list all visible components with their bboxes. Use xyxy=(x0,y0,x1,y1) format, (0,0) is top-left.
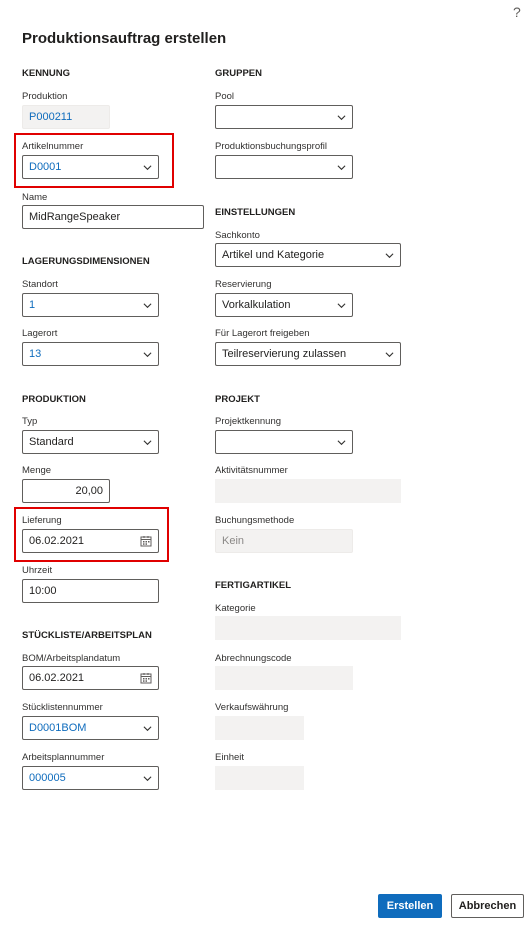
reservierung-label: Reservierung xyxy=(215,279,272,290)
sachkonto-label: Sachkonto xyxy=(215,230,260,241)
produktion-value: P000211 xyxy=(29,111,73,123)
freigeben-dropdown[interactable]: Teilreservierung zulassen xyxy=(215,342,401,366)
cancel-button[interactable]: Abbrechen xyxy=(451,894,524,918)
standort-dropdown[interactable]: 1 xyxy=(22,293,159,317)
section-lagerung: LAGERUNGSDIMENSIONEN xyxy=(22,256,150,267)
arbeitsplannummer-dropdown[interactable]: 000005 xyxy=(22,766,159,790)
chevron-down-icon xyxy=(143,725,152,731)
artikelnummer-label: Artikelnummer xyxy=(22,141,84,152)
section-gruppen: GRUPPEN xyxy=(215,68,262,79)
calendar-icon[interactable] xyxy=(140,672,152,684)
chevron-down-icon xyxy=(143,302,152,308)
create-button[interactable]: Erstellen xyxy=(378,894,442,918)
buchungsmethode-value: Kein xyxy=(222,535,245,547)
lieferung-date-picker[interactable]: 06.02.2021 xyxy=(22,529,159,553)
sachkonto-dropdown[interactable]: Artikel und Kategorie xyxy=(215,243,401,267)
produktionsbuchungsprofil-label: Produktionsbuchungsprofil xyxy=(215,141,327,152)
sachkonto-value: Artikel und Kategorie xyxy=(222,249,325,261)
reservierung-dropdown[interactable]: Vorkalkulation xyxy=(215,293,353,317)
section-produktion: PRODUKTION xyxy=(22,394,86,405)
chevron-down-icon xyxy=(337,439,346,445)
name-label: Name xyxy=(22,192,48,203)
lagerort-dropdown[interactable]: 13 xyxy=(22,342,159,366)
help-icon[interactable]: ? xyxy=(513,4,521,20)
projektkennung-label: Projektkennung xyxy=(215,416,282,427)
artikelnummer-dropdown[interactable]: D0001 xyxy=(22,155,159,179)
bom-datum-label: BOM/Arbeitsplandatum xyxy=(22,653,121,664)
section-fertigartikel: FERTIGARTIKEL xyxy=(215,580,291,591)
calendar-icon[interactable] xyxy=(140,535,152,547)
dialog-title: Produktionsauftrag erstellen xyxy=(22,30,227,47)
chevron-down-icon xyxy=(337,164,346,170)
stuecklistennummer-value: D0001BOM xyxy=(29,722,87,734)
menge-input[interactable]: 20,00 xyxy=(22,479,110,503)
buchungsmethode-label: Buchungsmethode xyxy=(215,515,295,526)
chevron-down-icon xyxy=(337,114,346,120)
standort-label: Standort xyxy=(22,279,58,290)
abrechnungscode-field xyxy=(215,666,353,690)
produktion-label: Produktion xyxy=(22,91,68,102)
arbeitsplannummer-label: Arbeitsplannummer xyxy=(22,752,105,763)
stuecklistennummer-label: Stücklistennummer xyxy=(22,702,103,713)
bom-datum-date-picker[interactable]: 06.02.2021 xyxy=(22,666,159,690)
lagerort-label: Lagerort xyxy=(22,328,58,339)
typ-label: Typ xyxy=(22,416,38,427)
bom-datum-value: 06.02.2021 xyxy=(29,672,85,684)
typ-dropdown[interactable]: Standard xyxy=(22,430,159,454)
section-einstellungen: EINSTELLUNGEN xyxy=(215,207,296,218)
pool-label: Pool xyxy=(215,91,235,102)
produktionsbuchungsprofil-dropdown[interactable] xyxy=(215,155,353,179)
uhrzeit-label: Uhrzeit xyxy=(22,565,53,576)
name-value: MidRangeSpeaker xyxy=(29,211,121,223)
aktivitaetsnummer-field xyxy=(215,479,401,503)
verkaufswaehrung-field xyxy=(215,716,304,740)
uhrzeit-value: 10:00 xyxy=(29,585,57,597)
pool-dropdown[interactable] xyxy=(215,105,353,129)
arbeitsplannummer-value: 000005 xyxy=(29,772,66,784)
lieferung-label: Lieferung xyxy=(22,515,62,526)
chevron-down-icon xyxy=(143,164,152,170)
projektkennung-dropdown[interactable] xyxy=(215,430,353,454)
artikelnummer-value: D0001 xyxy=(29,161,62,173)
standort-value: 1 xyxy=(29,299,36,311)
produktion-field[interactable]: P000211 xyxy=(22,105,110,129)
chevron-down-icon xyxy=(143,351,152,357)
buchungsmethode-field: Kein xyxy=(215,529,353,553)
lieferung-value: 06.02.2021 xyxy=(29,535,85,547)
abrechnungscode-label: Abrechnungscode xyxy=(215,653,292,664)
chevron-down-icon xyxy=(385,252,394,258)
typ-value: Standard xyxy=(29,436,74,448)
section-kennung: KENNUNG xyxy=(22,68,71,79)
einheit-field xyxy=(215,766,304,790)
kategorie-field xyxy=(215,616,401,640)
chevron-down-icon xyxy=(143,439,152,445)
menge-label: Menge xyxy=(22,465,52,476)
chevron-down-icon xyxy=(337,302,346,308)
chevron-down-icon xyxy=(385,351,394,357)
freigeben-label: Für Lagerort freigeben xyxy=(215,328,310,339)
name-input[interactable]: MidRangeSpeaker xyxy=(22,205,204,229)
section-stueckliste: STÜCKLISTE/ARBEITSPLAN xyxy=(22,630,152,641)
lagerort-value: 13 xyxy=(29,348,42,360)
chevron-down-icon xyxy=(143,775,152,781)
menge-value: 20,00 xyxy=(75,485,103,497)
verkaufswaehrung-label: Verkaufswährung xyxy=(215,702,289,713)
aktivitaetsnummer-label: Aktivitätsnummer xyxy=(215,465,288,476)
section-projekt: PROJEKT xyxy=(215,394,260,405)
stuecklistennummer-dropdown[interactable]: D0001BOM xyxy=(22,716,159,740)
freigeben-value: Teilreservierung zulassen xyxy=(222,348,347,360)
uhrzeit-input[interactable]: 10:00 xyxy=(22,579,159,603)
einheit-label: Einheit xyxy=(215,752,245,763)
kategorie-label: Kategorie xyxy=(215,603,256,614)
reservierung-value: Vorkalkulation xyxy=(222,299,291,311)
